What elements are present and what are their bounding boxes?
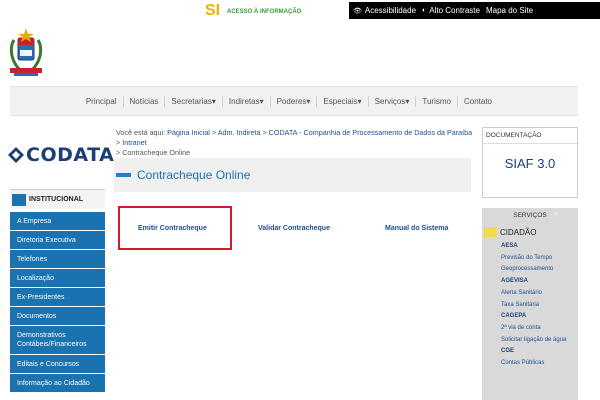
service-item[interactable]: Solicitar ligação de água <box>482 335 578 347</box>
service-item[interactable]: Contas Públicas <box>482 358 578 370</box>
documentacao-box: DOCUMENTAÇÃO SIAF 3.0 <box>482 127 578 198</box>
sidebar-item-informacao-cidadao[interactable]: Informação ao Cidadão <box>10 374 105 393</box>
sidebar-header-marker <box>12 193 26 206</box>
service-item[interactable]: Geoprocessamento <box>482 264 578 276</box>
eye-icon: 👁 <box>353 7 362 15</box>
breadcrumb-item[interactable]: Intranet <box>122 138 146 147</box>
sidebar-item-telefones[interactable]: Telefones <box>10 250 105 269</box>
sidebar-item-ex-presidentes[interactable]: Ex-Presidentes <box>10 288 105 307</box>
high-contrast-label: Alto Contraste <box>429 6 480 15</box>
accessibility-label: Acessibilidade <box>364 6 417 15</box>
nav-indiretas[interactable]: Indiretas▾ <box>223 97 270 106</box>
sidebar: A Empresa Diretoria Executiva Telefones … <box>10 212 105 393</box>
breadcrumb-prefix: Você está aqui: <box>116 128 166 137</box>
nav-contato[interactable]: Contato <box>458 97 498 106</box>
service-item[interactable]: Alerta Sanitário <box>482 288 578 300</box>
acesso-informacao-logo: SI <box>205 2 221 19</box>
highlight-box <box>118 206 232 250</box>
cidadao-marker <box>484 227 497 237</box>
contrast-icon: ◐ <box>422 7 427 14</box>
coat-of-arms-icon[interactable] <box>6 26 46 78</box>
manual-sistema-link[interactable]: Manual do Sistema <box>385 225 448 232</box>
accessibility-bar: 👁 Acessibilidade ◐ Alto Contraste Mapa d… <box>349 2 600 19</box>
servicos-title: SERVIÇOS <box>513 212 547 219</box>
nav-turismo[interactable]: Turismo <box>416 97 457 106</box>
site-map-label: Mapa do Site <box>485 6 534 15</box>
nav-servicos[interactable]: Serviços▾ <box>369 97 416 106</box>
main-nav: Principal Notícias Secretarias▾ Indireta… <box>10 86 578 116</box>
service-item[interactable]: Taxa Sanitária <box>482 300 578 312</box>
sidebar-item-documentos[interactable]: Documentos <box>10 307 105 326</box>
service-item[interactable]: Previsão do Tempo <box>482 253 578 265</box>
servicos-header: SERVIÇOS × <box>482 208 578 219</box>
siaf-link[interactable]: SIAF 3.0 <box>483 156 577 171</box>
acesso-informacao-label: ACESSO À INFORMAÇÃO <box>227 8 302 15</box>
nav-especiais[interactable]: Especiais▾ <box>317 97 367 106</box>
page-title: Contracheque Online <box>137 168 251 182</box>
cidadao-section: CIDADÃO <box>484 227 578 237</box>
service-item[interactable]: AESA <box>482 241 578 253</box>
breadcrumb-item[interactable]: Página Inicial <box>167 128 210 137</box>
sidebar-item-editais[interactable]: Editais e Concursos <box>10 355 105 374</box>
breadcrumb-current: Contracheque Online <box>122 148 191 157</box>
close-icon[interactable]: × <box>554 211 558 218</box>
sidebar-item-localizacao[interactable]: Localização <box>10 269 105 288</box>
validar-contracheque-link[interactable]: Validar Contracheque <box>258 225 330 232</box>
codata-diamond-icon <box>8 147 24 163</box>
nav-principal[interactable]: Principal <box>80 97 123 106</box>
nav-secretarias[interactable]: Secretarias▾ <box>165 97 221 106</box>
sidebar-header-label: INSTITUCIONAL <box>29 196 84 203</box>
acesso-informacao-link[interactable]: SI ACESSO À INFORMAÇÃO <box>205 3 301 20</box>
cidadao-title: CIDADÃO <box>500 227 537 237</box>
service-item[interactable]: CGE <box>482 346 578 358</box>
breadcrumb: Você está aqui: Página Inicial > Adm. In… <box>116 128 473 157</box>
sidebar-header: INSTITUCIONAL <box>10 189 105 209</box>
breadcrumb-item[interactable]: CODATA - Companhia de Processamento de D… <box>269 128 472 137</box>
site-map-link[interactable]: Mapa do Site <box>486 6 533 15</box>
service-item[interactable]: CAGEPA <box>482 311 578 323</box>
title-marker <box>116 173 131 177</box>
documentacao-title: DOCUMENTAÇÃO <box>483 128 577 144</box>
codata-logo-text: CODATA <box>26 144 115 166</box>
page-title-box: Contracheque Online <box>114 158 471 192</box>
sidebar-item-demonstrativos[interactable]: Demonstrativos Contábeis/Financeiros <box>10 326 105 355</box>
high-contrast-link[interactable]: ◐ Alto Contraste <box>422 6 480 15</box>
service-item[interactable]: 2ª via de conta <box>482 323 578 335</box>
nav-noticias[interactable]: Notícias <box>124 97 165 106</box>
sidebar-item-a-empresa[interactable]: A Empresa <box>10 212 105 231</box>
sidebar-item-diretoria[interactable]: Diretoria Executiva <box>10 231 105 250</box>
breadcrumb-item[interactable]: Adm. Indireta <box>218 128 261 137</box>
servicos-panel: SERVIÇOS × CIDADÃO AESA Previsão do Temp… <box>482 208 578 400</box>
codata-logo[interactable]: CODATA <box>8 144 114 166</box>
accessibility-link[interactable]: 👁 Acessibilidade <box>353 6 416 15</box>
nav-poderes[interactable]: Poderes▾ <box>271 97 317 106</box>
service-item[interactable]: AGEVISA <box>482 276 578 288</box>
